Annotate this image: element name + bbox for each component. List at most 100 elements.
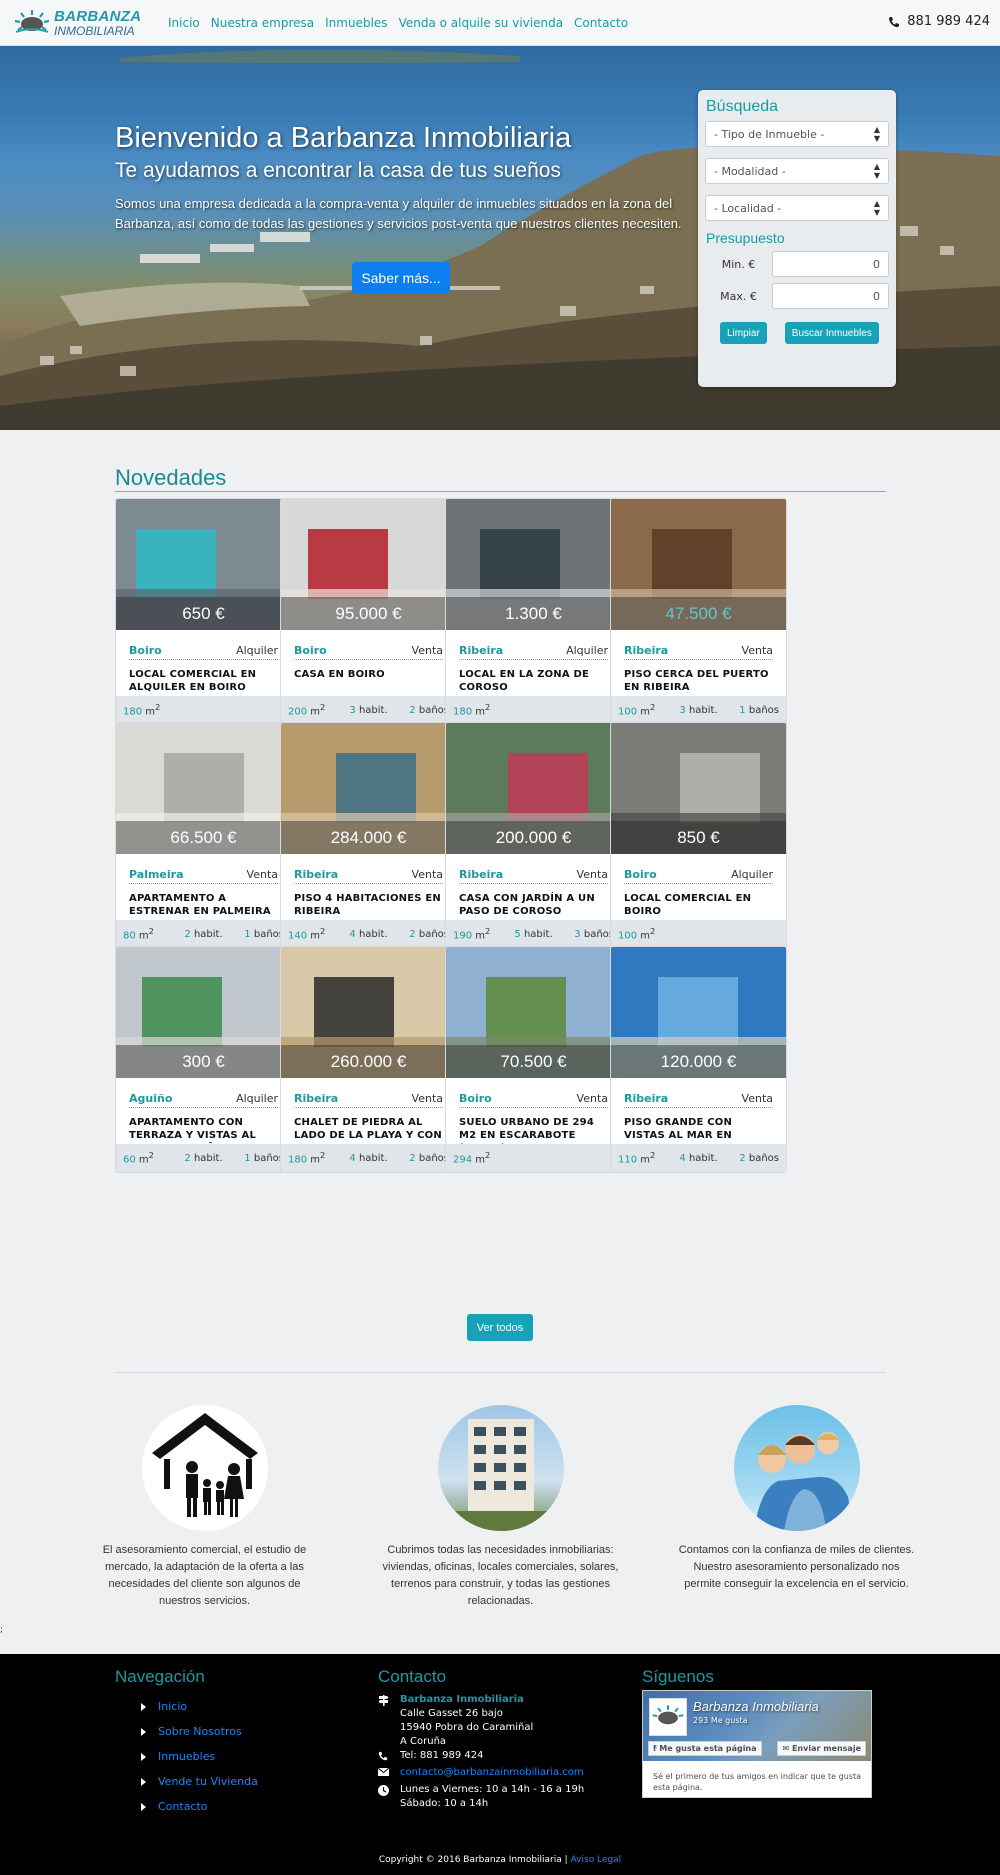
max-price-input[interactable]: 0	[772, 283, 889, 309]
footer-nav-title: Navegación	[115, 1667, 205, 1686]
fb-friends-text: Sé el primero de tus amigos en indicar q…	[653, 1772, 861, 1792]
search-button[interactable]: Buscar Inmuebles	[784, 322, 879, 344]
location: Boiro	[624, 868, 657, 881]
property-name[interactable]: LOCAL COMERCIAL EN BOIRO	[624, 892, 773, 918]
property-card[interactable]: 200.000 € Ribeira Venta CASA CON JARDÍN A U…	[445, 722, 622, 949]
property-name[interactable]: PISO CERCA DEL PUERTO EN RIBEIRA	[624, 668, 773, 694]
property-details: 180 m2	[446, 696, 621, 724]
baths: 2 baños	[409, 928, 450, 940]
property-card[interactable]: 300 € Aguiño Alquiler APARTAMENTO CON TERRA…	[115, 946, 292, 1173]
property-photo[interactable]: 120.000 €	[611, 947, 786, 1078]
building-icon	[437, 1405, 564, 1531]
price: 66.500 €	[116, 821, 291, 854]
fb-like-label: Me gusta esta página	[659, 1744, 757, 1753]
property-details: 180 m2	[116, 696, 291, 724]
area: 110 m2	[618, 1150, 656, 1166]
mode: Venta	[576, 1092, 608, 1105]
ver-todos-button[interactable]: Ver todos	[467, 1314, 533, 1341]
property-name[interactable]: PISO 4 HABITACIONES EN RIBEIRA	[294, 892, 443, 918]
property-type-value: - Tipo de Inmueble -	[714, 127, 825, 141]
baths: 1 baños	[244, 928, 285, 940]
property-name[interactable]: LOCAL EN LA ZONA DE COROSO	[459, 668, 608, 694]
nav-nuestra-empresa[interactable]: Nuestra empresa	[211, 16, 314, 30]
property-card[interactable]: 260.000 € Ribeira Venta CHALET DE PIEDRA AL…	[280, 946, 457, 1173]
nav-venda-alquile[interactable]: Venda o alquile su vivienda	[399, 16, 563, 30]
footer-nav-label: Inmuebles	[158, 1750, 216, 1763]
legal-notice-link[interactable]: Aviso Legal	[571, 1855, 622, 1865]
property-photo[interactable]: 200.000 €	[446, 723, 621, 854]
property-photo[interactable]: 284.000 €	[281, 723, 456, 854]
property-card[interactable]: 284.000 € Ribeira Venta PISO 4 HABITACIONES…	[280, 722, 457, 949]
price: 200.000 €	[446, 821, 621, 854]
price: 47.500 €	[611, 597, 786, 630]
property-details: 140 m2 4 habit. 2 baños	[281, 920, 456, 948]
nav-inicio[interactable]: Inicio	[168, 16, 200, 30]
property-details: 190 m2 5 habit. 3 baños	[446, 920, 621, 948]
fb-like-button[interactable]: f Me gusta esta página	[648, 1741, 762, 1756]
property-photo[interactable]: 47.500 €	[611, 499, 786, 630]
property-photo[interactable]: 850 €	[611, 723, 786, 854]
caret-right-icon	[141, 1802, 146, 1811]
property-details: 60 m2 2 habit. 1 baños	[116, 1144, 291, 1172]
property-card[interactable]: 47.500 € Ribeira Venta PISO CERCA DEL PUERT…	[610, 498, 787, 725]
copyright-text: Copyright © 2016 Barbanza Inmobiliaria |	[378, 1855, 568, 1865]
area: 140 m2	[288, 926, 326, 942]
fb-message-button[interactable]: ✉ Enviar mensaje	[777, 1741, 866, 1756]
mode: Venta	[246, 868, 278, 881]
property-card[interactable]: 95.000 € Boiro Venta CASA EN BOIRO 200 m2 3 h…	[280, 498, 457, 725]
min-price-input[interactable]: 0	[772, 251, 889, 277]
footer-nav-label: Contacto	[158, 1800, 208, 1813]
footer-nav-item[interactable]: Contacto	[141, 1794, 258, 1819]
saber-mas-button[interactable]: Saber más...	[352, 262, 450, 294]
fb-page-name[interactable]: Barbanza Inmobiliaria	[693, 1699, 819, 1714]
rooms: 5 habit.	[514, 928, 553, 940]
property-photo[interactable]: 260.000 €	[281, 947, 456, 1078]
area: 180 m2	[453, 702, 491, 718]
property-photo[interactable]: 95.000 €	[281, 499, 456, 630]
location: Ribeira	[624, 644, 669, 657]
footer-nav-item[interactable]: Sobre Nosotros	[141, 1719, 258, 1744]
footer-nav-item[interactable]: Vende tu Vivienda	[141, 1769, 258, 1794]
location: Boiro	[459, 1092, 492, 1105]
property-card[interactable]: 650 € Boiro Alquiler LOCAL COMERCIAL EN ALQ…	[115, 498, 292, 725]
property-card[interactable]: 70.500 € Boiro Venta SUELO URBANO DE 294 M2…	[445, 946, 622, 1173]
mode: Venta	[411, 868, 443, 881]
contact-email[interactable]: contacto@barbanzainmobiliaria.com	[400, 1766, 584, 1780]
property-details: 200 m2 3 habit. 2 baños	[281, 696, 456, 724]
caret-right-icon	[141, 1702, 146, 1711]
property-card[interactable]: 120.000 € Ribeira Venta PISO GRANDE CON VIS…	[610, 946, 787, 1173]
logo[interactable]: BARBANZA INMOBILIARIA	[12, 8, 142, 38]
phone-number[interactable]: 881 989 424	[888, 14, 990, 29]
select-arrows-icon: ▲ ▼	[873, 199, 880, 217]
property-photo[interactable]: 66.500 €	[116, 723, 291, 854]
page-avatar	[649, 1698, 687, 1736]
nav-inmuebles[interactable]: Inmuebles	[325, 16, 387, 30]
facebook-icon: f	[653, 1744, 657, 1753]
property-name[interactable]: CASA CON JARDÍN A UN PASO DE COROSO	[459, 892, 608, 918]
property-card[interactable]: 66.500 € Palmeira Venta APARTAMENTO A ESTRE…	[115, 722, 292, 949]
property-card[interactable]: 850 € Boiro Alquiler LOCAL COMERCIAL EN BOI…	[610, 722, 787, 949]
property-photo[interactable]: 650 €	[116, 499, 291, 630]
area: 180 m2	[123, 702, 161, 718]
property-photo[interactable]: 300 €	[116, 947, 291, 1078]
facebook-widget[interactable]: Barbanza Inmobiliaria 293 Me gusta f Me …	[642, 1690, 872, 1798]
property-name[interactable]: APARTAMENTO A ESTRENAR EN PALMEIRA	[129, 892, 278, 918]
clear-button[interactable]: Limpiar	[720, 322, 767, 344]
nav-contacto[interactable]: Contacto	[574, 16, 628, 30]
footer-nav-item[interactable]: Inicio	[141, 1694, 258, 1719]
property-name[interactable]: CASA EN BOIRO	[294, 668, 443, 681]
property-photo[interactable]: 1.300 €	[446, 499, 621, 630]
property-type-select[interactable]: - Tipo de Inmueble - ▲ ▼	[705, 121, 889, 147]
property-name[interactable]: LOCAL COMERCIAL EN ALQUILER EN BOIRO	[129, 668, 278, 694]
footer-nav-item[interactable]: Inmuebles	[141, 1744, 258, 1769]
mode-select[interactable]: - Modalidad - ▲ ▼	[705, 158, 889, 184]
mode-value: - Modalidad -	[714, 164, 786, 178]
locality-select[interactable]: - Localidad - ▲ ▼	[705, 195, 889, 221]
feature-advice: El asesoramiento comercial, el estudio d…	[76, 1405, 333, 1610]
property-card[interactable]: 1.300 € Ribeira Alquiler LOCAL EN LA ZONA D…	[445, 498, 622, 725]
area: 60 m2	[123, 1150, 154, 1166]
signpost-icon	[378, 1693, 400, 1749]
property-photo[interactable]: 70.500 €	[446, 947, 621, 1078]
baths: 2 baños	[739, 1152, 780, 1164]
price: 650 €	[116, 597, 291, 630]
